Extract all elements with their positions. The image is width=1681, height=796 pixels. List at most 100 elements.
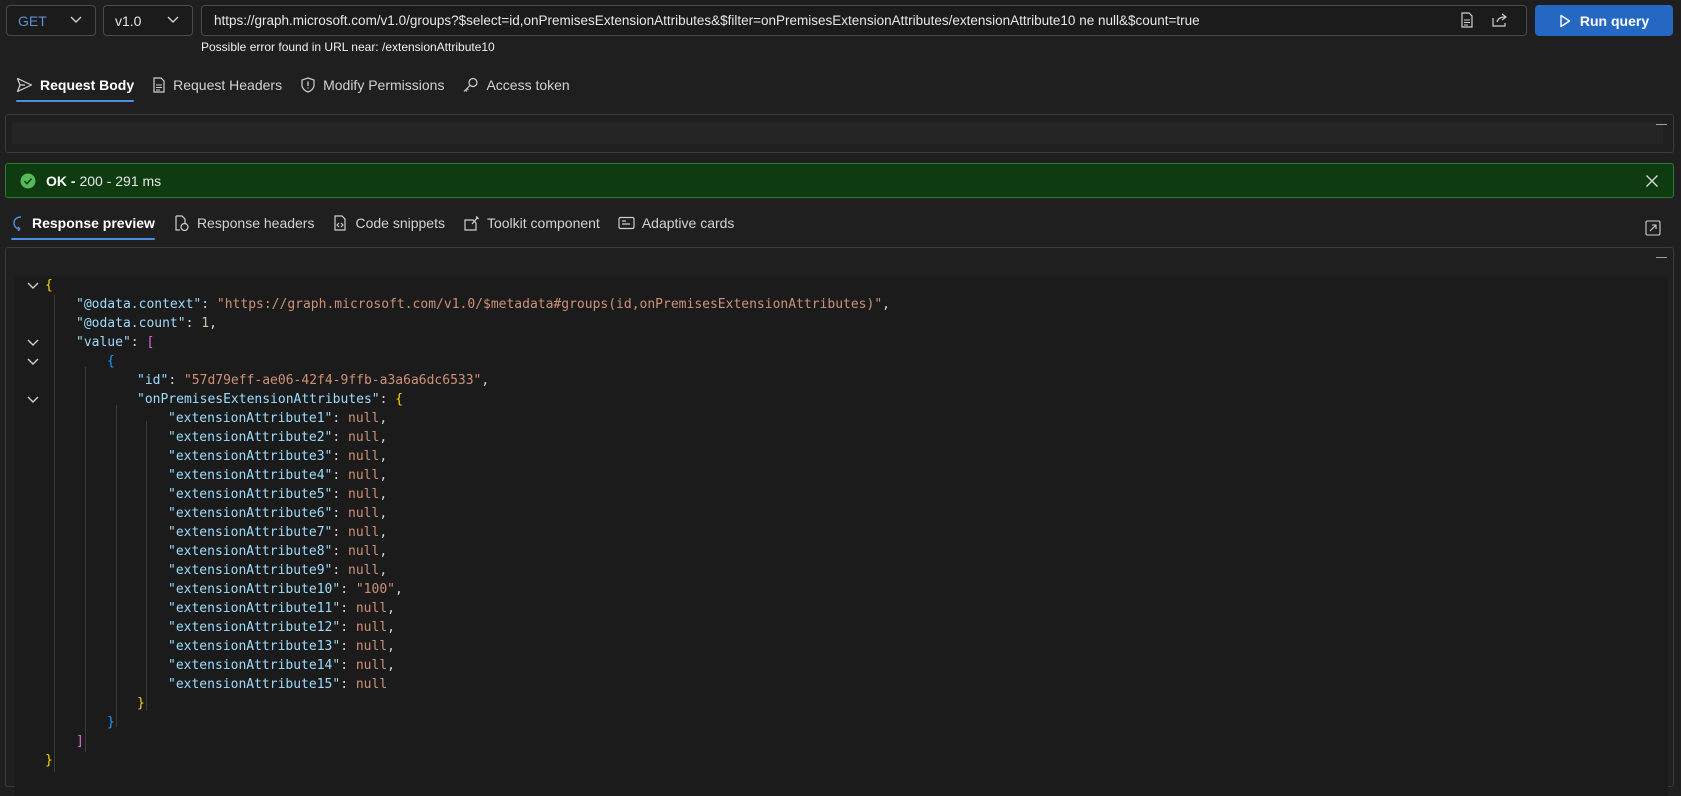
tab-label: Access token (486, 77, 570, 93)
json-key: "extensionAttribute13" (168, 639, 341, 654)
json-key: "extensionAttribute12" (168, 620, 341, 635)
tab-label: Response headers (196, 215, 315, 231)
json-value: null (348, 449, 380, 464)
code-line: "extensionAttribute14": null, (168, 658, 395, 673)
share-query-icon[interactable] (1460, 12, 1474, 28)
chevron-down-icon (69, 15, 83, 25)
code-line: "extensionAttribute7": null, (168, 525, 388, 540)
code-line: { (45, 278, 53, 293)
code-line: } (45, 753, 53, 768)
tab-response-preview[interactable]: Response preview (11, 208, 155, 240)
tab-label: Request Headers (173, 77, 283, 93)
code-line: "extensionAttribute4": null, (168, 468, 388, 483)
code-line: "extensionAttribute13": null, (168, 639, 395, 654)
json-key: "extensionAttribute2" (168, 430, 333, 445)
json-value: null (355, 620, 388, 635)
fold-chevron-icon[interactable] (26, 395, 40, 405)
collapse-icon[interactable] (1656, 124, 1667, 125)
request-body-editor[interactable] (12, 122, 1663, 144)
json-value: null (348, 544, 380, 559)
tab-label: Modify Permissions (323, 77, 445, 93)
toolkit-icon (463, 215, 480, 231)
json-key: "extensionAttribute7" (168, 525, 333, 540)
json-key: "id" (137, 373, 169, 388)
expand-icon[interactable] (1645, 220, 1661, 236)
tab-label: Code snippets (355, 215, 445, 231)
code-line: } (107, 715, 115, 730)
tab-label: Toolkit component (486, 215, 600, 231)
version-value: v1.0 (115, 12, 142, 29)
tab-access-token[interactable]: Access token (462, 70, 570, 100)
json-key: "extensionAttribute3" (168, 449, 333, 464)
close-icon[interactable] (1645, 174, 1659, 188)
shield-icon (300, 77, 316, 93)
code-line: ] (76, 734, 84, 749)
json-value: null (348, 487, 380, 502)
status-detail: 200 - 291 ms (79, 172, 162, 189)
json-value: null (348, 506, 380, 521)
code-line: "extensionAttribute10": "100", (168, 582, 403, 597)
code-line: "extensionAttribute15": null (168, 677, 388, 692)
json-key: "onPremisesExtensionAttributes" (137, 392, 380, 407)
json-value: null (348, 563, 380, 578)
url-error-message: Possible error found in URL near: /exten… (201, 40, 495, 54)
tab-request-body[interactable]: Request Body (16, 70, 135, 102)
code-line: "extensionAttribute2": null, (168, 430, 388, 445)
code-line: "@odata.count": 1, (76, 316, 217, 331)
fold-chevron-icon[interactable] (26, 338, 40, 348)
json-value: "57d79eff-ae06-42f4-9ffb-a3a6a6dc6533" (183, 373, 482, 388)
card-icon (618, 216, 635, 230)
json-value: "100" (355, 582, 395, 597)
share-icon[interactable] (1491, 12, 1509, 28)
json-value: null (348, 411, 380, 426)
tab-modify-permissions[interactable]: Modify Permissions (300, 70, 444, 100)
run-query-label: Run query (1579, 12, 1650, 29)
response-json-viewer[interactable]: { "@odata.context": "https://graph.micro… (15, 276, 1668, 796)
code-line: { (107, 354, 115, 369)
tab-request-headers[interactable]: Request Headers (152, 70, 282, 100)
code-line: "extensionAttribute9": null, (168, 563, 388, 578)
run-query-button[interactable]: Run query (1535, 5, 1673, 36)
json-value: null (355, 677, 388, 692)
fold-chevron-icon[interactable] (26, 281, 40, 291)
key-icon (462, 77, 479, 93)
tab-toolkit-component[interactable]: Toolkit component (463, 208, 600, 238)
code-line: "extensionAttribute5": null, (168, 487, 388, 502)
document-icon (152, 77, 166, 93)
headers-icon (173, 215, 190, 231)
code-line: "extensionAttribute1": null, (168, 411, 388, 426)
json-key: "extensionAttribute14" (168, 658, 341, 673)
json-key: "@odata.context" (76, 297, 202, 312)
json-key: "extensionAttribute5" (168, 487, 333, 502)
json-key: "extensionAttribute11" (168, 601, 341, 616)
status-bar: OK - 200 - 291 ms (5, 163, 1674, 198)
json-key: "extensionAttribute8" (168, 544, 333, 559)
json-value: null (355, 658, 388, 673)
code-line: "extensionAttribute11": null, (168, 601, 395, 616)
json-value: 1 (201, 316, 210, 331)
code-line: "onPremisesExtensionAttributes": { (137, 392, 404, 407)
code-line: "@odata.context": "https://graph.microso… (76, 297, 890, 312)
tab-response-headers[interactable]: Response headers (173, 208, 315, 238)
fold-chevron-icon[interactable] (26, 357, 40, 367)
version-dropdown[interactable]: v1.0 (103, 5, 193, 36)
json-key: "extensionAttribute10" (168, 582, 341, 597)
tab-code-snippets[interactable]: Code snippets (332, 208, 445, 238)
json-value: null (348, 468, 380, 483)
json-key: "@odata.count" (76, 316, 186, 331)
code-icon (332, 215, 348, 231)
method-dropdown[interactable]: GET (6, 5, 96, 36)
request-tabs: Request Body Request Headers Modify Perm… (16, 70, 588, 102)
json-key: "extensionAttribute6" (168, 506, 333, 521)
code-line: "extensionAttribute3": null, (168, 449, 388, 464)
collapse-icon[interactable] (1656, 257, 1667, 258)
url-input[interactable]: https://graph.microsoft.com/v1.0/groups?… (201, 5, 1527, 36)
code-line: "extensionAttribute8": null, (168, 544, 388, 559)
code-line: } (137, 696, 145, 711)
json-key: "value" (76, 335, 131, 350)
tab-adaptive-cards[interactable]: Adaptive cards (618, 208, 734, 238)
play-icon (1559, 14, 1571, 28)
tab-label: Response preview (32, 215, 155, 231)
json-key: "extensionAttribute9" (168, 563, 333, 578)
code-line: "extensionAttribute12": null, (168, 620, 395, 635)
